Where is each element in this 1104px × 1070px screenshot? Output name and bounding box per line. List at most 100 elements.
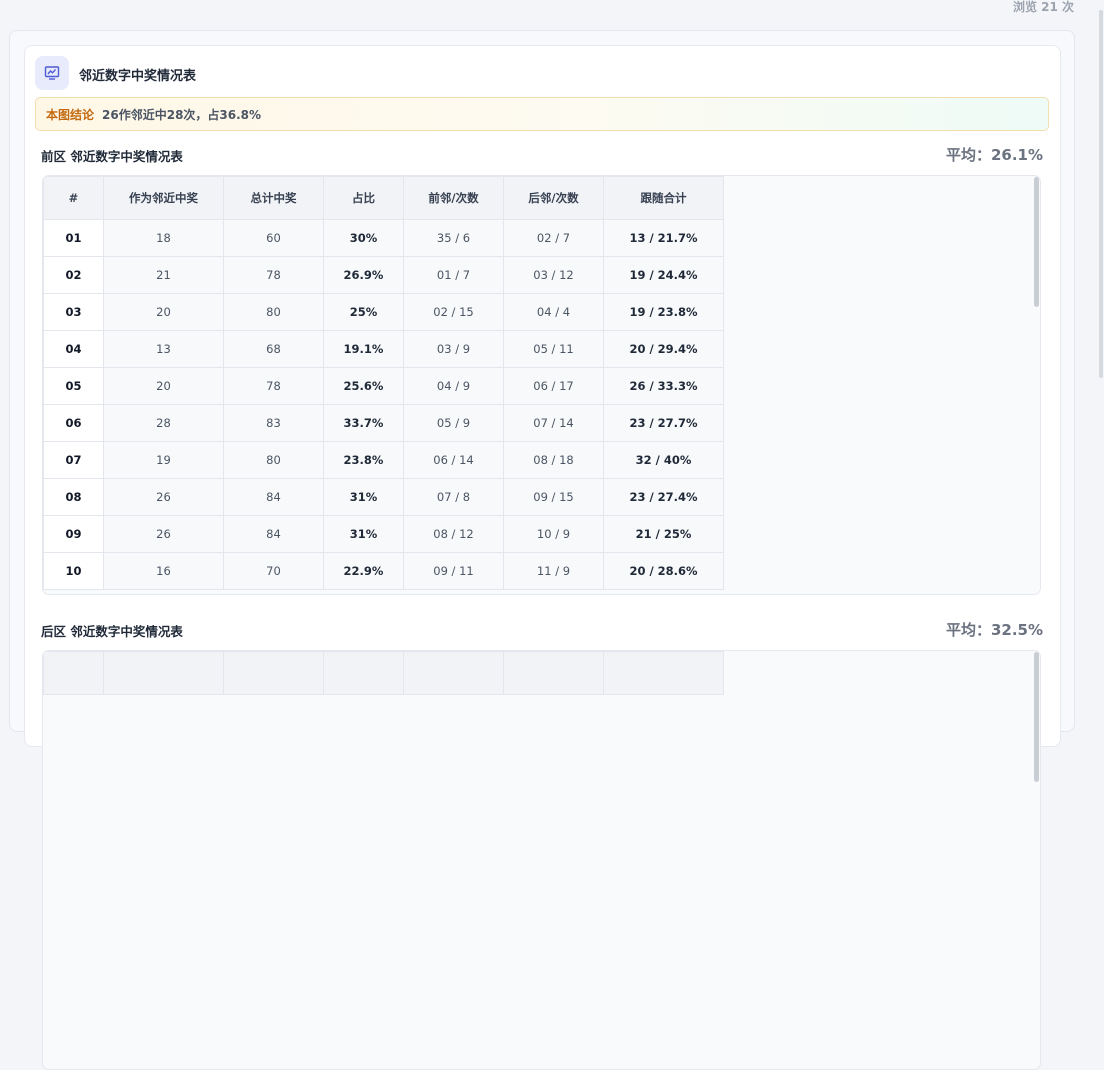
front-table-scrollbar[interactable] [1034,177,1039,307]
table-row: 10 16 70 22.9% 09 / 11 11 / 9 20 / 28.6% [43,552,724,590]
table-cell: 84 [223,515,324,553]
conclusion-tag: 本图结论 [46,107,95,122]
column-header: 前邻/次数 [403,176,504,220]
table-cell: 31% [323,478,404,516]
column-header: 跟随合计 [603,176,724,220]
table-cell: 13 / 21.7% [603,219,724,257]
table-cell: 03 [43,293,104,331]
table-cell: 68 [223,330,324,368]
table-cell: 04 / 4 [503,293,604,331]
table-cell: 80 [223,441,324,479]
table-cell: 01 [43,219,104,257]
table-cell: 18 [103,219,224,257]
column-header: 占比 [323,176,404,220]
table-cell: 21 [103,256,224,294]
table-cell: 26.9% [323,256,404,294]
table-cell: 80 [223,293,324,331]
page-scrollbar[interactable] [1096,0,1104,660]
table-row: 08 26 84 31% 07 / 8 09 / 15 23 / 27.4% [43,478,724,516]
back-table [43,651,724,695]
table-row: 01 18 60 30% 35 / 6 02 / 7 13 / 21.7% [43,219,724,257]
table-row: 03 20 80 25% 02 / 15 04 / 4 19 / 23.8% [43,293,724,331]
back-table-scrollbar[interactable] [1034,652,1039,782]
table-cell: 05 / 11 [503,330,604,368]
column-header: 总计中奖 [223,176,324,220]
table-cell: 04 / 9 [403,367,504,405]
table-cell: 35 / 6 [403,219,504,257]
back-section-title: 后区 邻近数字中奖情况表 [41,624,183,639]
table-cell: 01 / 7 [403,256,504,294]
table-row: 09 26 84 31% 08 / 12 10 / 9 21 / 25% [43,515,724,553]
page-scrollbar-thumb[interactable] [1099,10,1103,378]
table-row: 06 28 83 33.7% 05 / 9 07 / 14 23 / 27.7% [43,404,724,442]
table-cell: 60 [223,219,324,257]
front-section-title: 前区 邻近数字中奖情况表 [41,149,183,164]
card-title: 邻近数字中奖情况表 [79,69,197,84]
table-cell: 09 / 15 [503,478,604,516]
table-cell: 22.9% [323,552,404,590]
front-table: # 作为邻近中奖 总计中奖 占比 前邻/次数 后邻/次数 跟随合计 01 18 60 30% 35 … [43,176,724,590]
table-cell: 19 / 24.4% [603,256,724,294]
table-cell: 09 / 11 [403,552,504,590]
table-cell: 26 [103,515,224,553]
table-cell: 26 [103,478,224,516]
column-header: # [43,176,104,220]
table-cell: 16 [103,552,224,590]
table-cell: 08 [43,478,104,516]
table-cell: 02 / 15 [403,293,504,331]
table-cell: 11 / 9 [503,552,604,590]
table-cell: 03 / 9 [403,330,504,368]
table-row: 07 19 80 23.8% 06 / 14 08 / 18 32 / 40% [43,441,724,479]
table-cell: 31% [323,515,404,553]
table-cell: 84 [223,478,324,516]
column-header: 后邻/次数 [503,176,604,220]
table-cell: 06 / 17 [503,367,604,405]
table-cell: 23 / 27.4% [603,478,724,516]
front-table-container[interactable]: # 作为邻近中奖 总计中奖 占比 前邻/次数 后邻/次数 跟随合计 01 18 60 30% 35 … [42,175,1041,595]
table-cell: 08 / 18 [503,441,604,479]
table-cell: 78 [223,367,324,405]
table-cell: 19 [103,441,224,479]
table-cell: 10 [43,552,104,590]
table-cell: 23 / 27.7% [603,404,724,442]
table-row: 04 13 68 19.1% 03 / 9 05 / 11 20 / 29.4% [43,330,724,368]
table-cell: 19 / 23.8% [603,293,724,331]
table-cell: 03 / 12 [503,256,604,294]
column-header: 作为邻近中奖 [103,176,224,220]
front-section: 前区 邻近数字中奖情况表 平均：26.1% # 作为邻近中奖 总计中奖 占比 前邻/次数… [35,146,1049,606]
table-cell: 25% [323,293,404,331]
table-cell: 28 [103,404,224,442]
table-cell: 04 [43,330,104,368]
table-cell: 05 [43,367,104,405]
table-cell: 20 [103,293,224,331]
table-cell: 19.1% [323,330,404,368]
table-cell: 06 / 14 [403,441,504,479]
table-cell: 07 / 14 [503,404,604,442]
table-cell: 08 / 12 [403,515,504,553]
back-table-container[interactable] [42,650,1041,1070]
table-cell: 07 / 8 [403,478,504,516]
table-cell: 78 [223,256,324,294]
back-average: 平均：32.5% [945,621,1043,639]
back-section: 后区 邻近数字中奖情况表 平均：32.5% [35,621,1049,1070]
table-cell: 10 / 9 [503,515,604,553]
conclusion-banner: 本图结论 26作邻近中28次，占36.8% [35,97,1049,131]
table-cell: 05 / 9 [403,404,504,442]
table-cell: 25.6% [323,367,404,405]
table-cell: 21 / 25% [603,515,724,553]
view-count: 浏览 21 次 [1012,0,1074,14]
outer-panel: 邻近数字中奖情况表 本图结论 26作邻近中28次，占36.8% 前区 邻近数字中… [9,30,1075,1070]
table-cell: 30% [323,219,404,257]
table-cell: 70 [223,552,324,590]
table-cell: 33.7% [323,404,404,442]
table-cell: 26 / 33.3% [603,367,724,405]
chart-presentation-icon [35,56,69,90]
report-card: 邻近数字中奖情况表 本图结论 26作邻近中28次，占36.8% 前区 邻近数字中… [24,45,1061,1070]
table-cell: 02 / 7 [503,219,604,257]
table-cell: 23.8% [323,441,404,479]
table-cell: 06 [43,404,104,442]
table-cell: 09 [43,515,104,553]
conclusion-text: 26作邻近中28次，占36.8% [102,107,262,122]
front-average: 平均：26.1% [945,146,1043,164]
table-cell: 02 [43,256,104,294]
